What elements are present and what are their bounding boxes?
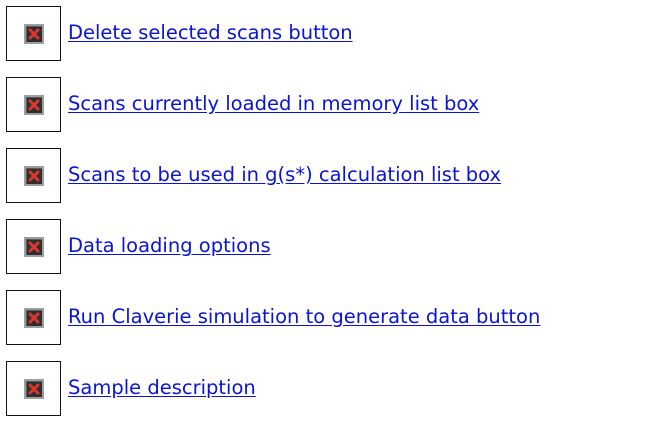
list-item-scans-in-memory: Scans currently loaded in memory list bo… — [6, 77, 646, 137]
image-placeholder[interactable] — [6, 77, 61, 132]
image-placeholder[interactable] — [6, 290, 61, 345]
image-placeholder[interactable] — [6, 219, 61, 274]
list-item-delete-selected-scans: Delete selected scans button — [6, 6, 646, 66]
image-placeholder[interactable] — [6, 6, 61, 61]
link-sample-description[interactable]: Sample description — [68, 375, 256, 401]
list-item-sample-description: Sample description — [6, 361, 646, 421]
link-scans-for-gs-calculation-list-box[interactable]: Scans to be used in g(s*) calculation li… — [68, 162, 501, 188]
help-link-list: Delete selected scans button Scans curre… — [0, 0, 651, 427]
broken-image-icon — [24, 166, 44, 186]
broken-image-icon — [24, 24, 44, 44]
link-scans-in-memory-list-box[interactable]: Scans currently loaded in memory list bo… — [68, 91, 479, 117]
list-item-scans-for-gs-calculation: Scans to be used in g(s*) calculation li… — [6, 148, 646, 208]
link-data-loading-options[interactable]: Data loading options — [68, 233, 271, 259]
broken-image-icon — [24, 237, 44, 257]
image-placeholder[interactable] — [6, 148, 61, 203]
link-delete-selected-scans-button[interactable]: Delete selected scans button — [68, 20, 353, 46]
broken-image-icon — [24, 308, 44, 328]
link-run-claverie-simulation-button[interactable]: Run Claverie simulation to generate data… — [68, 304, 540, 330]
list-item-run-claverie-simulation: Run Claverie simulation to generate data… — [6, 290, 646, 350]
broken-image-icon — [24, 95, 44, 115]
image-placeholder[interactable] — [6, 361, 61, 416]
list-item-data-loading-options: Data loading options — [6, 219, 646, 279]
broken-image-icon — [24, 379, 44, 399]
